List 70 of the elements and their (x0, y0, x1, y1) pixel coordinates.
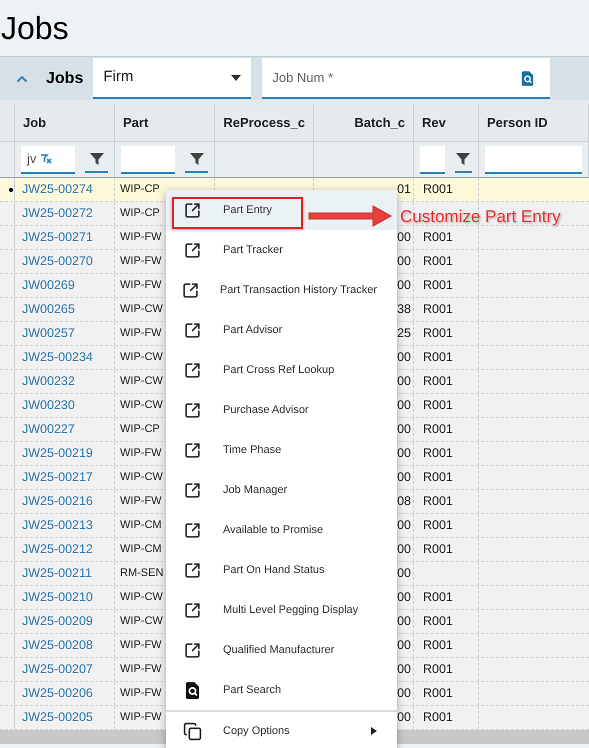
table-cell-text: R001 (423, 709, 453, 726)
table-cell-text: WIP-FW (120, 278, 162, 294)
table-cell-text: R001 (423, 181, 453, 198)
table-cell-text: 00 (397, 277, 411, 294)
table-cell-text: 00 (397, 469, 411, 486)
table-cell-text: WIP-FW (120, 686, 162, 702)
table-cell-text: R001 (423, 469, 453, 486)
table-cell-text: 00 (397, 661, 411, 678)
table-cell-text: 00 (397, 373, 411, 390)
table-cell-text: WIP-FW (120, 638, 162, 654)
annotation-text: Customize Part Entry (400, 206, 561, 228)
table-cell-text: 00 (397, 397, 411, 414)
table-cell-text: 38 (397, 301, 411, 318)
table-cell-text: 00 (397, 685, 411, 702)
table-cell-text: WIP-FW (120, 662, 162, 678)
table-cell-text: R001 (423, 325, 453, 342)
table-cell-text: WIP-CP (120, 182, 160, 198)
table-cell-text: 00 (397, 349, 411, 366)
table-cell-text: WIP-CM (120, 542, 162, 558)
table-cell-text: 25 (397, 325, 411, 342)
table-cell-text: WIP-FW (120, 254, 162, 270)
table-cell-text: 00 (397, 253, 411, 270)
table-cell-text: 00 (397, 421, 411, 438)
table-cell-text: WIP-FW (120, 710, 162, 726)
table-cell-text: WIP-CW (120, 302, 163, 318)
table-cell-text: R001 (423, 421, 453, 438)
table-cell-text: 00 (397, 709, 411, 726)
table-cell-text: 00 (397, 445, 411, 462)
table-cell-text: 00 (397, 541, 411, 558)
table-cell-text: WIP-CW (120, 398, 163, 414)
table-cell-text: WIP-FW (120, 446, 162, 462)
table-cell-text: WIP-FW (120, 230, 162, 246)
table-cell-text: WIP-CP (120, 206, 160, 222)
table-cell-text: WIP-CW (120, 614, 163, 630)
table-cell-text: R001 (423, 661, 453, 678)
table-cell-text: R001 (423, 373, 453, 390)
page-title: Jobs (1, 12, 69, 44)
table-cell-text: R001 (423, 589, 453, 606)
table-cell-text: R001 (423, 637, 453, 654)
table-cell-text: RM-SEN (120, 566, 164, 582)
table-cell-text: R001 (423, 493, 453, 510)
table-cell-text: R001 (423, 517, 453, 534)
table-cell-text: WIP-CW (120, 374, 163, 390)
table-cell-text: 00 (397, 637, 411, 654)
table-cell-text: 00 (397, 229, 411, 246)
table-cell-text: WIP-CW (120, 470, 163, 486)
table-cell-text: WIP-CW (120, 350, 163, 366)
table-cell-text: WIP-CW (120, 590, 163, 606)
table-cell-text: R001 (423, 229, 453, 246)
table-cell-text: R001 (423, 445, 453, 462)
table-cell-text: 00 (397, 565, 411, 582)
table-cell-text: WIP-FW (120, 326, 162, 342)
panel-title: Jobs (46, 68, 84, 88)
table-cell-text: 08 (397, 493, 411, 510)
table-cell-text: R001 (423, 277, 453, 294)
table-cell-text: R001 (423, 301, 453, 318)
table-cell-text: R001 (423, 613, 453, 630)
table-cell-text: R001 (423, 253, 453, 270)
table-cell-text: R001 (423, 541, 453, 558)
table-cell-text: WIP-CM (120, 518, 162, 534)
table-cell-text: 01 (397, 181, 411, 198)
filter-value: jv (27, 150, 36, 168)
table-cell-text: R001 (423, 685, 453, 702)
table-cell-text: R001 (423, 349, 453, 366)
table-cell-text: R001 (423, 397, 453, 414)
table-cell-text: 00 (397, 589, 411, 606)
table-cell-text: 00 (397, 517, 411, 534)
table-cell-text: WIP-FW (120, 494, 162, 510)
table-cell-text: 00 (397, 613, 411, 630)
table-cell-text: WIP-CP (120, 422, 160, 438)
